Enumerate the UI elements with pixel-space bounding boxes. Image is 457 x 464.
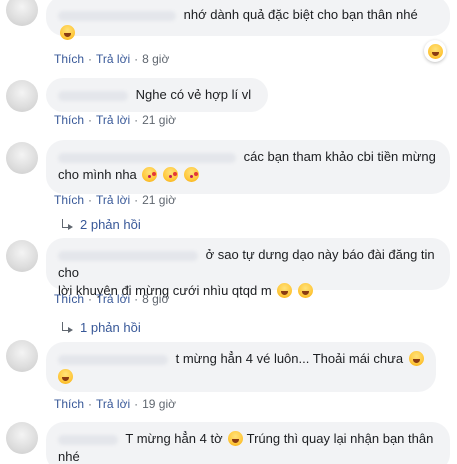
separator: ·: [88, 397, 93, 411]
kissing-heart-emoji-icon: [142, 167, 158, 182]
author-name[interactable]: [58, 250, 198, 261]
author-name[interactable]: [58, 90, 128, 101]
laughing-emoji-icon: [228, 431, 244, 446]
separator: ·: [88, 193, 93, 207]
separator: ·: [88, 52, 93, 66]
comment-text: nhớ dành quả đặc biệt cho bạn thân nhé: [183, 7, 418, 22]
comment-actions: Thích · Trả lời · 21 giờ: [54, 193, 176, 207]
kissing-heart-emoji-icon: [163, 167, 179, 182]
timestamp[interactable]: 19 giờ: [142, 397, 176, 411]
separator: ·: [88, 113, 93, 127]
reply-arrow-icon: [60, 218, 74, 231]
reply-link[interactable]: Trả lời: [96, 52, 130, 66]
like-link[interactable]: Thích: [54, 193, 84, 207]
timestamp[interactable]: 21 giờ: [142, 193, 176, 207]
reaction-badge[interactable]: [424, 40, 446, 62]
replies-count[interactable]: 1 phản hồi: [80, 320, 141, 335]
comment-actions: Thích · Trả lời · 8 giờ: [54, 292, 169, 306]
avatar[interactable]: [6, 80, 38, 112]
like-link[interactable]: Thích: [54, 113, 84, 127]
comment-text: t mừng hẳn 4 vé luôn... Thoải mái chưa: [175, 351, 404, 366]
author-name[interactable]: [58, 152, 236, 163]
avatar[interactable]: [6, 340, 38, 372]
reply-link[interactable]: Trả lời: [96, 113, 130, 127]
comment-bubble: t mừng hẳn 4 vé luôn... Thoải mái chưa: [46, 342, 436, 392]
separator: ·: [134, 52, 139, 66]
avatar[interactable]: [6, 240, 38, 272]
laughing-emoji-icon: [58, 369, 73, 384]
laughing-emoji-icon: [427, 43, 443, 59]
timestamp[interactable]: 8 giờ: [142, 292, 169, 306]
comment-actions: Thích · Trả lời · 21 giờ: [54, 113, 176, 127]
reply-link[interactable]: Trả lời: [96, 193, 130, 207]
comment-text-line-2: cho mình nha: [58, 167, 137, 182]
laughing-emoji-icon: [277, 283, 293, 298]
comment-text: các bạn tham khảo cbi tiền mừng: [243, 149, 436, 164]
comment-bubble: Nghe có vẻ hợp lí vl: [46, 78, 268, 112]
laughing-emoji-icon: [408, 351, 424, 366]
comment-bubble: nhớ dành quả đặc biệt cho bạn thân nhé: [46, 0, 450, 40]
comment-text: Nghe có vẻ hợp lí vl: [135, 87, 252, 102]
reply-arrow-icon: [60, 321, 74, 334]
avatar[interactable]: [6, 142, 38, 174]
comment-bubble: T mừng hẳn 4 tờ Trúng thì quay lại nhận …: [46, 422, 450, 464]
comment-bubble: các bạn tham khảo cbi tiền mừng cho mình…: [46, 140, 450, 194]
separator: ·: [134, 397, 139, 411]
author-name[interactable]: [58, 354, 168, 365]
reply-link[interactable]: Trả lời: [96, 397, 130, 411]
author-name[interactable]: [58, 434, 118, 445]
comment-text: T mừng hẳn 4 tờ: [125, 431, 223, 446]
comment-bubble: ở sao tự dưng dạo này báo đài đăng tin c…: [46, 238, 450, 298]
like-link[interactable]: Thích: [54, 397, 84, 411]
separator: ·: [134, 113, 139, 127]
separator: ·: [134, 292, 139, 306]
timestamp[interactable]: 21 giờ: [142, 113, 176, 127]
like-link[interactable]: Thích: [54, 52, 84, 66]
reply-link[interactable]: Trả lời: [96, 292, 130, 306]
comment-actions: Thích · Trả lời · 19 giờ: [54, 397, 176, 411]
separator: ·: [88, 292, 93, 306]
replies-count[interactable]: 2 phản hồi: [80, 217, 141, 232]
kissing-heart-emoji-icon: [183, 167, 199, 182]
laughing-emoji-icon: [297, 283, 313, 298]
grinning-emoji-icon: [60, 25, 75, 40]
comment-actions: Thích · Trả lời · 8 giờ: [54, 52, 169, 66]
avatar[interactable]: [6, 0, 38, 26]
timestamp[interactable]: 8 giờ: [142, 52, 169, 66]
view-replies-link[interactable]: 2 phản hồi: [60, 217, 141, 232]
avatar[interactable]: [6, 422, 38, 454]
view-replies-link[interactable]: 1 phản hồi: [60, 320, 141, 335]
like-link[interactable]: Thích: [54, 292, 84, 306]
author-name[interactable]: [58, 10, 176, 21]
separator: ·: [134, 193, 139, 207]
